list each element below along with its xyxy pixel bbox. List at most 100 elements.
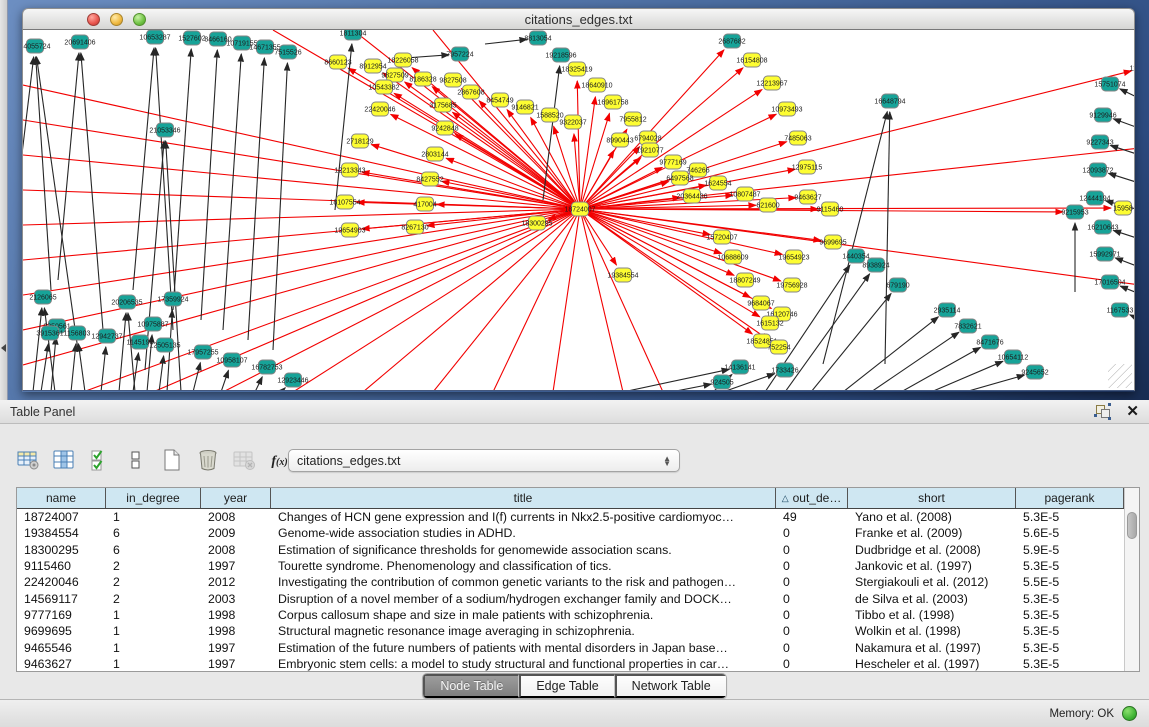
cell-in_degree[interactable]: 1 bbox=[106, 657, 201, 671]
graph-node[interactable]: 2126065 bbox=[29, 290, 56, 304]
graph-node[interactable]: 19756928 bbox=[776, 278, 807, 292]
graph-edge[interactable] bbox=[1120, 286, 1135, 300]
graph-edge[interactable] bbox=[223, 54, 241, 330]
cell-out_de[interactable]: 0 bbox=[776, 543, 848, 557]
table-row[interactable]: 1938455462009Genome-wide association stu… bbox=[17, 525, 1124, 541]
graph-node[interactable]: 8660123 bbox=[324, 55, 351, 69]
graph-edge[interactable] bbox=[36, 57, 51, 290]
graph-node[interactable]: 679190 bbox=[886, 278, 909, 292]
table-selector-dropdown[interactable]: citations_edges.txt ▲▼ bbox=[288, 449, 680, 472]
graph-node[interactable]: 1167533 bbox=[1107, 303, 1134, 317]
graph-node[interactable]: 752254 bbox=[767, 340, 790, 354]
cell-year[interactable]: 1998 bbox=[201, 624, 271, 638]
table-row[interactable]: 946554611997Estimation of the future num… bbox=[17, 639, 1124, 655]
cell-pagerank[interactable]: 5.6E-5 bbox=[1016, 526, 1124, 540]
graph-node[interactable]: 21053346 bbox=[149, 123, 180, 137]
graph-node[interactable]: 9129946 bbox=[1089, 108, 1116, 122]
tab-node-table[interactable]: Node Table bbox=[423, 674, 519, 698]
graph-node[interactable]: 9115460 bbox=[817, 202, 844, 216]
graph-edge[interactable] bbox=[33, 308, 42, 391]
delete-table-button[interactable] bbox=[194, 448, 221, 475]
zoom-window-button[interactable] bbox=[133, 13, 146, 26]
graph-node[interactable]: 15720407 bbox=[706, 230, 737, 244]
graph-node[interactable]: 1440354 bbox=[842, 249, 869, 263]
graph-node[interactable]: 8990443 bbox=[606, 133, 633, 147]
cell-name[interactable]: 9115460 bbox=[17, 559, 106, 573]
graph-edge[interactable] bbox=[201, 50, 217, 320]
cell-out_de[interactable]: 0 bbox=[776, 641, 848, 655]
cell-year[interactable]: 1997 bbox=[201, 559, 271, 573]
table-row[interactable]: 946362711997Embryonic stem cells: a mode… bbox=[17, 656, 1124, 672]
graph-node[interactable]: 1811304 bbox=[340, 30, 367, 40]
minimize-window-button[interactable] bbox=[110, 13, 123, 26]
cell-short[interactable]: Yano et al. (2008) bbox=[848, 510, 1016, 524]
cell-in_degree[interactable]: 6 bbox=[106, 543, 201, 557]
cell-name[interactable]: 22420046 bbox=[17, 575, 106, 589]
graph-node[interactable]: 2687682 bbox=[718, 34, 745, 48]
select-columns-button[interactable] bbox=[86, 448, 113, 475]
graph-node[interactable]: 24055724 bbox=[23, 39, 51, 53]
cell-short[interactable]: Dudbridge et al. (2008) bbox=[848, 543, 1016, 557]
graph-edge[interactable] bbox=[81, 53, 103, 330]
memory-status-indicator[interactable] bbox=[1122, 706, 1137, 721]
graph-edge[interactable] bbox=[273, 63, 287, 350]
graph-node[interactable]: 9699695 bbox=[819, 235, 846, 249]
table-row[interactable]: 1872400712008Changes of HCN gene express… bbox=[17, 509, 1124, 525]
graph-node[interactable]: 18640910 bbox=[581, 78, 612, 92]
column-header-pagerank[interactable]: pagerank bbox=[1016, 488, 1124, 508]
cell-year[interactable]: 2008 bbox=[201, 510, 271, 524]
cell-name[interactable]: 18300295 bbox=[17, 543, 106, 557]
cell-name[interactable]: 18724007 bbox=[17, 510, 106, 524]
cell-short[interactable]: Wolkin et al. (1998) bbox=[848, 624, 1016, 638]
new-table-button[interactable] bbox=[158, 448, 185, 475]
graph-edge[interactable] bbox=[965, 375, 1024, 391]
graph-node[interactable]: 9827508 bbox=[439, 73, 466, 87]
cell-title[interactable]: Corpus callosum shape and size in male p… bbox=[271, 608, 776, 622]
graph-node[interactable]: 12942737 bbox=[91, 329, 122, 343]
graph-edge[interactable] bbox=[255, 377, 262, 391]
graph-node[interactable]: 2935114 bbox=[934, 303, 961, 317]
graph-node[interactable]: 19218596 bbox=[545, 48, 576, 62]
graph-node[interactable]: 9777169 bbox=[659, 155, 686, 169]
graph-edge[interactable] bbox=[580, 113, 609, 209]
cell-in_degree[interactable]: 1 bbox=[106, 510, 201, 524]
graph-edge[interactable] bbox=[580, 209, 623, 391]
graph-node[interactable]: 1733426 bbox=[771, 363, 798, 377]
graph-edge[interactable] bbox=[1113, 119, 1135, 134]
column-header-title[interactable]: title bbox=[271, 488, 776, 508]
graph-edge[interactable] bbox=[580, 209, 663, 391]
graph-node[interactable]: 9463627 bbox=[794, 190, 821, 204]
cell-title[interactable]: Changes of HCN gene expression and I(f) … bbox=[271, 510, 776, 524]
graph-node[interactable]: 16648794 bbox=[874, 94, 905, 108]
graph-node[interactable]: 8813054 bbox=[524, 31, 551, 45]
cell-out_de[interactable]: 0 bbox=[776, 575, 848, 589]
cell-short[interactable]: Hescheler et al. (1997) bbox=[848, 657, 1016, 671]
cell-out_de[interactable]: 49 bbox=[776, 510, 848, 524]
graph-node[interactable]: 19654923 bbox=[778, 250, 809, 264]
cell-pagerank[interactable]: 5.3E-5 bbox=[1016, 657, 1124, 671]
cell-pagerank[interactable]: 5.3E-5 bbox=[1016, 624, 1124, 638]
graph-edge[interactable] bbox=[128, 313, 135, 391]
graph-node[interactable]: 16154808 bbox=[736, 53, 767, 67]
cell-out_de[interactable]: 0 bbox=[776, 592, 848, 606]
cell-name[interactable]: 9463627 bbox=[17, 657, 106, 671]
tab-edge-table[interactable]: Edge Table bbox=[519, 674, 614, 698]
table-mode-button[interactable] bbox=[14, 448, 41, 475]
graph-node[interactable]: 17957255 bbox=[187, 345, 218, 359]
graph-node[interactable]: 1527602 bbox=[178, 31, 205, 45]
graph-edge[interactable] bbox=[671, 384, 711, 391]
cell-in_degree[interactable]: 2 bbox=[106, 575, 201, 589]
window-resize-grip[interactable] bbox=[1108, 364, 1132, 388]
cell-in_degree[interactable]: 6 bbox=[106, 526, 201, 540]
graph-edge[interactable] bbox=[871, 332, 959, 391]
table-scrollbar[interactable] bbox=[1124, 488, 1139, 671]
graph-node[interactable]: 20206535 bbox=[111, 295, 142, 309]
cell-pagerank[interactable]: 5.3E-5 bbox=[1016, 608, 1124, 622]
graph-edge[interactable] bbox=[1110, 145, 1135, 160]
cell-in_degree[interactable]: 1 bbox=[106, 641, 201, 655]
graph-node[interactable]: 8186328 bbox=[409, 72, 436, 86]
graph-edge[interactable] bbox=[133, 48, 154, 290]
graph-node[interactable]: 16210643 bbox=[1087, 220, 1118, 234]
cell-year[interactable]: 1997 bbox=[201, 657, 271, 671]
table-scrollbar-thumb[interactable] bbox=[1127, 512, 1137, 539]
